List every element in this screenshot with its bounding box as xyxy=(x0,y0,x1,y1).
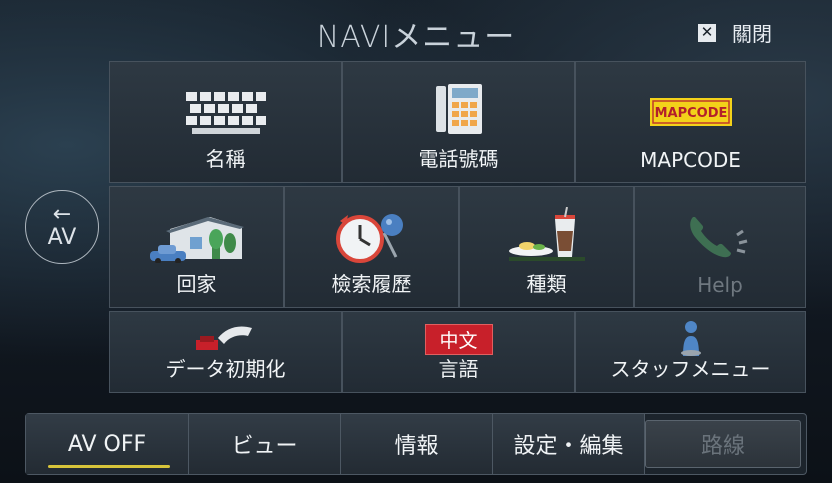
tile-label: 檢索履歷 xyxy=(331,272,412,296)
back-label: AV xyxy=(47,225,77,250)
tile-data-reset[interactable]: データ初期化 xyxy=(109,311,342,393)
tile-label: MAPCODE xyxy=(640,148,741,172)
view-button[interactable]: ビュー xyxy=(189,414,341,474)
reset-icon xyxy=(195,326,252,350)
tile-label: 名稱 xyxy=(205,147,246,171)
history-icon xyxy=(335,214,403,263)
route-label: 路線 xyxy=(700,434,745,459)
language-icon: 中文 xyxy=(424,324,493,355)
close-button[interactable]: ✕ 關閉 xyxy=(698,18,772,47)
tile-label: 回家 xyxy=(176,272,217,296)
tile-mapcode[interactable]: MAPCODE MAPCODE xyxy=(575,61,806,183)
close-icon: ✕ xyxy=(698,23,716,42)
tile-label: スタッフメニュー xyxy=(610,357,771,381)
keyboard-icon xyxy=(185,92,266,134)
svg-text:MAPCODE: MAPCODE xyxy=(654,106,727,121)
tile-category[interactable]: 種類 xyxy=(459,186,634,308)
back-to-av-button[interactable]: ← AV xyxy=(25,190,99,264)
info-button[interactable]: 情報 xyxy=(341,414,493,474)
active-indicator xyxy=(48,465,170,468)
staff-icon xyxy=(680,321,701,356)
tile-search-history[interactable]: 檢索履歷 xyxy=(284,186,459,308)
tile-language[interactable]: 中文 言語 xyxy=(342,311,575,393)
category-icon xyxy=(508,207,585,261)
tile-label: 言語 xyxy=(438,357,479,381)
tile-label: データ初期化 xyxy=(165,357,286,381)
help-phone-icon xyxy=(690,217,748,258)
av-off-label: AV OFF xyxy=(67,431,147,457)
view-label: ビュー xyxy=(231,434,298,459)
settings-edit-label: 設定・編集 xyxy=(513,434,624,459)
info-label: 情報 xyxy=(394,434,439,459)
settings-edit-button[interactable]: 設定・編集 xyxy=(493,414,645,474)
tile-staff-menu[interactable]: スタッフメニュー xyxy=(575,311,806,393)
av-off-button[interactable]: AV OFF xyxy=(26,414,189,474)
tile-phone-number[interactable]: 電話號碼 xyxy=(342,61,575,183)
arrow-left-icon: ← xyxy=(52,202,72,227)
home-icon xyxy=(149,217,244,263)
phone-icon xyxy=(435,84,482,134)
close-label: 關閉 xyxy=(732,22,772,46)
tile-name-search[interactable]: 名稱 xyxy=(109,61,342,183)
bottom-bar: AV OFF ビュー 情報 設定・編集 路線 xyxy=(25,413,807,475)
tile-label: 電話號碼 xyxy=(418,147,499,171)
tile-help: Help xyxy=(634,186,806,308)
route-button: 路線 xyxy=(645,420,801,468)
tile-label: 種類 xyxy=(526,272,567,296)
mapcode-logo: MAPCODE xyxy=(649,98,732,126)
tile-label: Help xyxy=(697,273,743,297)
tile-go-home[interactable]: 回家 xyxy=(109,186,284,308)
